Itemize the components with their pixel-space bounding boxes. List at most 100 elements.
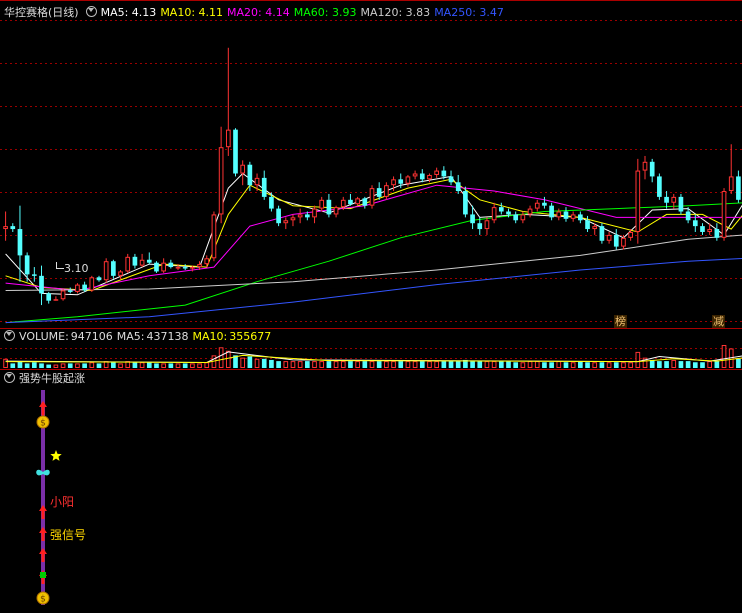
volume-bar <box>477 361 483 368</box>
volume-bar <box>60 363 66 368</box>
reduce-badge[interactable]: 减 <box>712 315 725 328</box>
volume-bar <box>692 362 698 368</box>
candle-body <box>290 217 296 221</box>
signal-label-strong: 强信号 <box>50 528 87 542</box>
candle-body <box>3 226 8 230</box>
volume-bar <box>563 362 569 368</box>
candle-body <box>31 274 37 276</box>
candle-body <box>441 170 447 177</box>
volume-bar <box>297 361 303 369</box>
candle-body <box>254 177 260 186</box>
money-bag-symbol: $ <box>40 595 46 605</box>
candle-body <box>276 208 281 224</box>
volume-bar <box>326 361 332 368</box>
candle-body <box>398 179 404 184</box>
volume-bar <box>182 363 188 368</box>
volume-bar <box>470 361 475 368</box>
candle-body <box>448 176 454 183</box>
candle-body <box>225 129 231 148</box>
up-arrow-icon <box>39 401 47 407</box>
volume-bar <box>132 362 138 368</box>
candle-body <box>297 214 303 218</box>
volume-bar <box>585 362 590 368</box>
candle-body <box>75 284 80 292</box>
up-arrow-icon <box>39 505 47 511</box>
volume-bar <box>225 350 231 368</box>
volume-bar <box>305 361 310 368</box>
volume-bar <box>649 359 655 368</box>
candle-body <box>211 214 217 259</box>
volume-bar <box>427 361 432 369</box>
volume-bar <box>412 361 418 369</box>
volume-bar <box>678 361 684 368</box>
volume-bar <box>190 363 195 368</box>
volume-bar <box>175 363 181 368</box>
candle-body <box>305 214 310 218</box>
candle-body <box>384 185 389 197</box>
candle-body <box>405 176 411 184</box>
volume-bar <box>204 362 210 368</box>
volume-bar <box>312 361 317 369</box>
candle-body <box>10 226 16 230</box>
candle-body <box>657 176 662 197</box>
volume-bar <box>484 361 490 369</box>
candle-body <box>635 170 641 232</box>
star-icon <box>50 450 62 461</box>
low-price-annotation: 3.10 <box>56 262 89 275</box>
candle-body <box>340 199 346 208</box>
candle-body <box>233 129 238 174</box>
candle-body <box>46 293 52 301</box>
volume-bar <box>448 361 454 368</box>
money-bag-symbol: $ <box>40 419 46 429</box>
volume-bar <box>700 362 705 368</box>
candle-body <box>53 299 59 301</box>
volume-bar <box>261 358 267 368</box>
candle-body <box>736 176 741 200</box>
volume-bar <box>671 359 677 369</box>
volume-bar <box>269 359 274 368</box>
candle-body <box>527 208 533 215</box>
candle-body <box>161 262 166 272</box>
volume-bar <box>570 362 576 368</box>
candle-body <box>606 234 612 241</box>
candle-body <box>182 267 188 269</box>
volume-bar <box>628 362 633 368</box>
volume-bar <box>348 361 353 368</box>
candle-body <box>17 229 23 256</box>
candle-body <box>82 284 87 291</box>
volume-bar <box>82 363 87 368</box>
volume-bar <box>24 363 30 368</box>
candle-body <box>707 229 713 232</box>
volume-bar <box>39 363 44 368</box>
candle-body <box>570 214 576 219</box>
candle-body <box>247 164 253 186</box>
candle-body <box>621 237 626 247</box>
candle-body <box>67 290 73 292</box>
chart-window: 华控赛格(日线) MA5: 4.13 MA10: 4.11 MA20: 4.14 MA6… <box>0 0 742 613</box>
volume-bar <box>534 361 540 369</box>
green-marker-icon <box>40 572 46 578</box>
volume-bar <box>491 361 497 369</box>
volume-bar <box>405 361 411 369</box>
candle-body <box>190 267 195 269</box>
volume-bar <box>118 363 123 368</box>
rank-badge[interactable]: 榜 <box>614 315 627 328</box>
candle-body <box>326 199 332 215</box>
volume-bar <box>276 361 281 368</box>
volume-bar <box>111 362 116 368</box>
volume-bar <box>635 351 641 368</box>
candle-body <box>312 208 317 218</box>
candle-body <box>642 161 648 171</box>
volume-bar <box>621 362 626 368</box>
volume-bar <box>599 362 605 368</box>
volume-bar <box>513 362 519 368</box>
candle-body <box>168 262 174 268</box>
candle-body <box>197 264 202 268</box>
up-arrow-icon <box>39 527 47 533</box>
volume-bar <box>613 362 619 368</box>
volume-bar <box>520 362 526 368</box>
candle-body <box>419 173 425 180</box>
volume-bar <box>161 363 166 368</box>
candle-body <box>484 220 490 230</box>
candle-body <box>355 198 360 205</box>
